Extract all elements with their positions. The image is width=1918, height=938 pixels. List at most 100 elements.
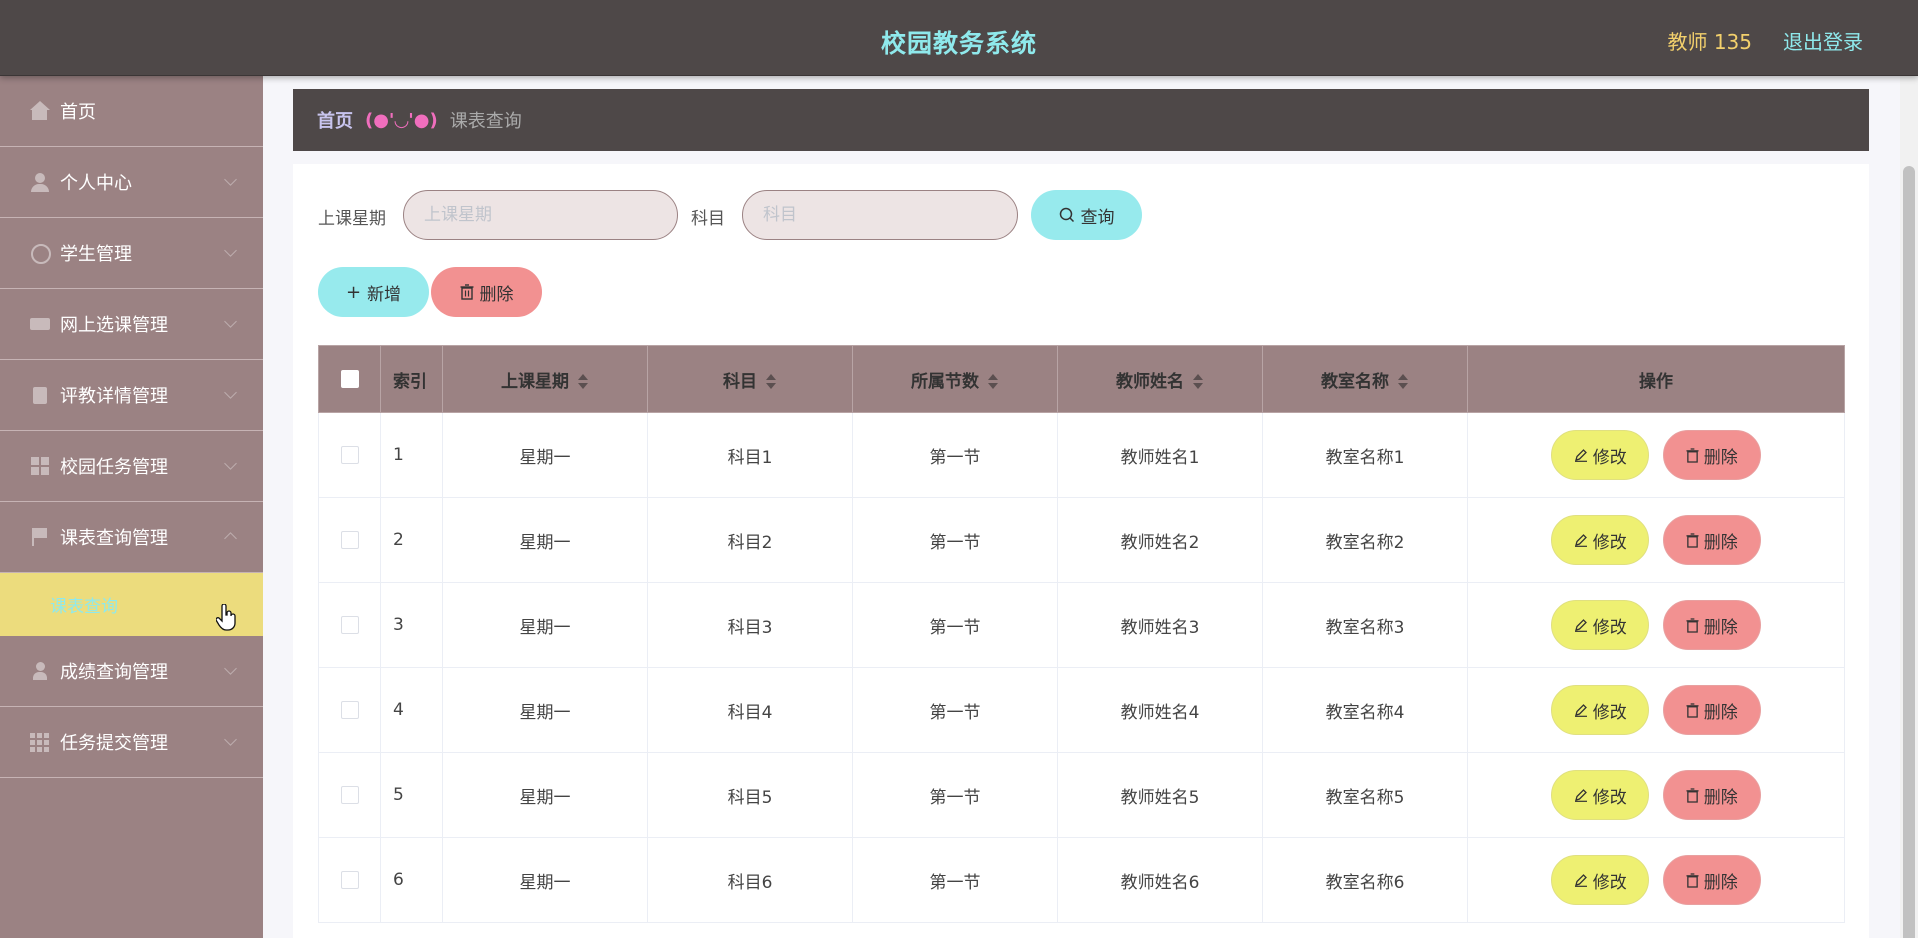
subject-search-input[interactable] (742, 190, 1018, 240)
timetable-table: 索引 上课星期 科目 所属节数 教师姓名 教室名称 操作 1 星期一 科目1 第… (318, 345, 1845, 923)
select-all-cell (318, 345, 381, 413)
row-checkbox[interactable] (340, 531, 359, 549)
sidebar-item-timetable-management[interactable]: 课表查询管理 (0, 502, 263, 573)
cell-subject: 科目3 (647, 582, 853, 668)
column-header-section[interactable]: 所属节数 (852, 345, 1058, 413)
cell-section: 第一节 (852, 412, 1058, 498)
cell-classroom: 教室名称4 (1262, 667, 1468, 753)
compass-icon (30, 243, 51, 264)
cell-teacher: 教师姓名3 (1057, 582, 1263, 668)
sort-icon[interactable] (1192, 373, 1204, 390)
cell-weekday: 星期一 (442, 837, 648, 923)
query-button-label: 查询 (1080, 207, 1115, 228)
column-header-weekday[interactable]: 上课星期 (442, 345, 648, 413)
sidebar-item-student-management[interactable]: 学生管理 (0, 218, 263, 289)
column-header-actions: 操作 (1467, 345, 1845, 413)
sidebar-item-course-selection[interactable]: 网上选课管理 (0, 289, 263, 360)
sidebar-item-label: 任务提交管理 (60, 733, 168, 754)
sidebar-item-task-submission[interactable]: 任务提交管理 (0, 707, 263, 778)
edit-button-label: 修改 (1592, 447, 1627, 468)
cell-index: 1 (380, 412, 443, 498)
sidebar: 首页 个人中心 学生管理 网上选课管理 评教详情管理 校园任务管理 课表查询管理… (0, 76, 263, 938)
table-row: 1 星期一 科目1 第一节 教师姓名1 教室名称1 修改 删除 (318, 412, 1845, 498)
sort-icon[interactable] (765, 373, 777, 390)
cell-actions: 修改 删除 (1467, 667, 1845, 753)
sidebar-item-label: 个人中心 (60, 173, 132, 194)
page-scrollbar[interactable] (1900, 76, 1918, 938)
edit-button[interactable]: 修改 (1551, 685, 1650, 735)
add-button-label: 新增 (367, 284, 402, 305)
sidebar-item-campus-tasks[interactable]: 校园任务管理 (0, 431, 263, 502)
cell-weekday: 星期一 (442, 752, 648, 838)
bulk-delete-button[interactable]: 删除 (431, 267, 542, 317)
row-delete-button[interactable]: 删除 (1662, 855, 1761, 905)
cell-subject: 科目6 (647, 837, 853, 923)
sidebar-item-grade-query[interactable]: 成绩查询管理 (0, 636, 263, 707)
cell-actions: 修改 删除 (1467, 497, 1845, 583)
cell-section: 第一节 (852, 837, 1058, 923)
row-delete-button[interactable]: 删除 (1662, 515, 1761, 565)
column-header-teacher[interactable]: 教师姓名 (1057, 345, 1263, 413)
cell-classroom: 教室名称6 (1262, 837, 1468, 923)
cell-classroom: 教室名称1 (1262, 412, 1468, 498)
row-delete-button[interactable]: 删除 (1662, 430, 1761, 480)
breadcrumb-home[interactable]: 首页 (317, 107, 353, 133)
sidebar-subitem-label: 课表查询 (50, 597, 118, 617)
row-delete-button-label: 删除 (1703, 532, 1738, 553)
sidebar-item-label: 网上选课管理 (60, 315, 168, 336)
sidebar-item-personal-center[interactable]: 个人中心 (0, 147, 263, 218)
flag-icon (30, 527, 50, 547)
edit-button[interactable]: 修改 (1551, 515, 1650, 565)
breadcrumb-separator: (●'◡'●) (365, 109, 438, 131)
sort-icon[interactable] (1397, 373, 1409, 390)
edit-button[interactable]: 修改 (1551, 600, 1650, 650)
trash-icon (1686, 617, 1699, 633)
add-button[interactable]: + 新增 (318, 267, 429, 317)
edit-button-label: 修改 (1592, 787, 1627, 808)
row-checkbox[interactable] (340, 616, 359, 634)
scrollbar-thumb[interactable] (1903, 166, 1915, 938)
row-delete-button[interactable]: 删除 (1662, 770, 1761, 820)
row-delete-button[interactable]: 删除 (1662, 600, 1761, 650)
cell-section: 第一节 (852, 582, 1058, 668)
current-user: 教师 135 (1667, 30, 1752, 54)
cell-teacher: 教师姓名1 (1057, 412, 1263, 498)
row-select-cell (318, 497, 381, 583)
sidebar-item-home[interactable]: 首页 (0, 76, 263, 147)
trash-icon (1686, 872, 1699, 888)
app-title: 校园教务系统 (880, 29, 1037, 58)
edit-button[interactable]: 修改 (1551, 770, 1650, 820)
cell-teacher: 教师姓名5 (1057, 752, 1263, 838)
row-checkbox[interactable] (340, 871, 359, 889)
row-checkbox[interactable] (340, 446, 359, 464)
chevron-down-icon (224, 386, 237, 399)
row-select-cell (318, 582, 381, 668)
row-delete-button[interactable]: 删除 (1662, 685, 1761, 735)
row-checkbox[interactable] (340, 786, 359, 804)
content-panel: 上课星期 科目 查询 + 新增 删除 (293, 164, 1869, 938)
column-header-subject[interactable]: 科目 (647, 345, 853, 413)
logout-link[interactable]: 退出登录 (1783, 26, 1863, 55)
column-header-classroom[interactable]: 教室名称 (1262, 345, 1468, 413)
trash-icon (1686, 702, 1699, 718)
row-checkbox[interactable] (340, 701, 359, 719)
edit-icon (1574, 449, 1587, 462)
cell-weekday: 星期一 (442, 497, 648, 583)
select-all-checkbox[interactable] (340, 370, 359, 388)
edit-button[interactable]: 修改 (1551, 855, 1650, 905)
edit-button[interactable]: 修改 (1551, 430, 1650, 480)
sidebar-item-teaching-evaluation[interactable]: 评教详情管理 (0, 360, 263, 431)
table-row: 4 星期一 科目4 第一节 教师姓名4 教室名称4 修改 删除 (318, 667, 1845, 753)
sort-icon[interactable] (987, 373, 999, 390)
query-button[interactable]: 查询 (1031, 190, 1142, 240)
sort-icon[interactable] (577, 373, 589, 390)
top-header: 校园教务系统 教师 135 退出登录 (0, 0, 1918, 76)
trash-icon (1686, 787, 1699, 803)
table-row: 5 星期一 科目5 第一节 教师姓名5 教室名称5 修改 删除 (318, 752, 1845, 838)
weekday-search-input[interactable] (403, 190, 678, 240)
cell-weekday: 星期一 (442, 667, 648, 753)
chevron-down-icon (224, 662, 237, 675)
column-header-label: 教室名称 (1321, 371, 1389, 392)
chevron-down-icon (224, 244, 237, 257)
table-row: 6 星期一 科目6 第一节 教师姓名6 教室名称6 修改 删除 (318, 837, 1845, 923)
